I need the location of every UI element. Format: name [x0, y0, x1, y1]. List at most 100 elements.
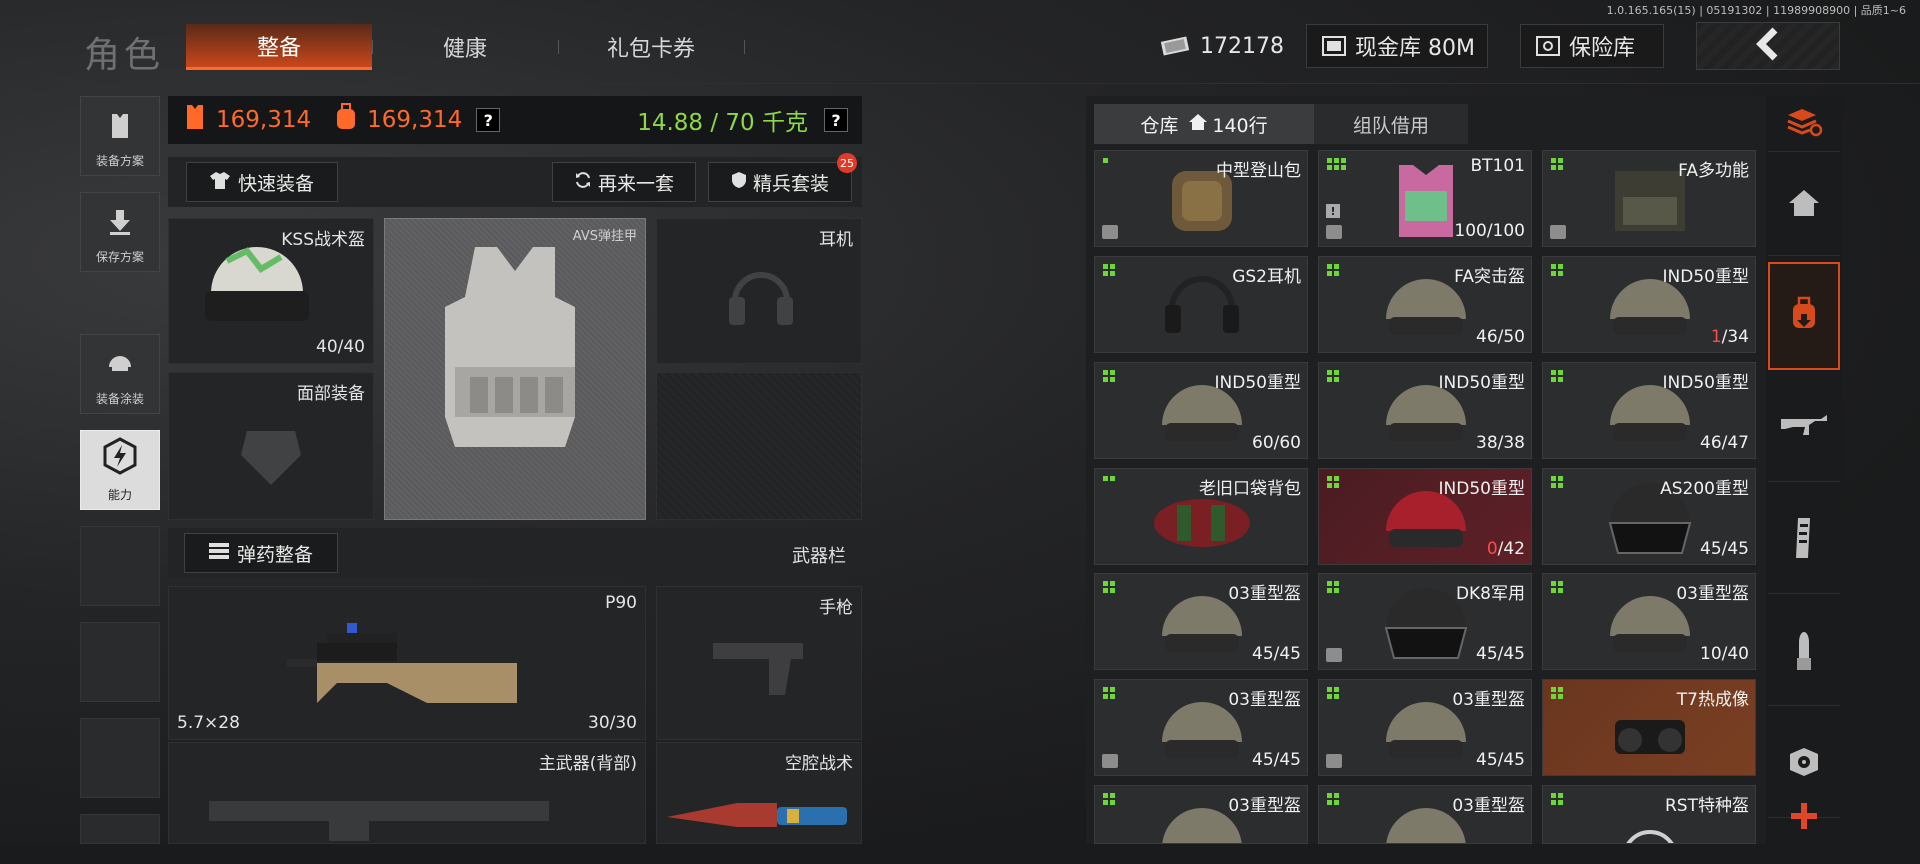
inventory-item[interactable]: GS2耳机: [1094, 256, 1308, 353]
primary-weapon-label: P90: [605, 593, 637, 613]
inventory-item[interactable]: AS200重型 45/45: [1542, 468, 1756, 565]
vest-icon: [445, 247, 575, 447]
item-durability-value: 10/40: [1700, 644, 1749, 664]
item-size-indicator: [1327, 476, 1339, 488]
item-durability-value: 45/45: [1476, 644, 1525, 664]
item-durability-value: 45/45: [1252, 750, 1301, 770]
inventory-item[interactable]: FA多功能: [1542, 150, 1756, 247]
item-name: GS2耳机: [1232, 267, 1301, 287]
ammo-loadout-button[interactable]: 弹药整备: [184, 533, 338, 573]
face-gear-slot[interactable]: 面部装备: [168, 372, 374, 520]
item-durability-value: 46/47: [1700, 433, 1749, 453]
category-rifle[interactable]: [1768, 374, 1840, 482]
inventory-item[interactable]: IND50重型 60/60: [1094, 362, 1308, 459]
inventory-item[interactable]: IND50重型 0/42: [1318, 468, 1532, 565]
item-size-indicator: [1327, 793, 1339, 805]
item-durability: 38/38: [1476, 433, 1525, 453]
inventory-item[interactable]: IND50重型 1/34: [1542, 256, 1756, 353]
inventory-item[interactable]: 03重型盔 10/40: [1542, 573, 1756, 670]
rifle-icon: [209, 801, 549, 841]
size-dot: [1110, 588, 1115, 593]
quick-equip-button[interactable]: 快速装备: [186, 162, 338, 202]
inventory-item[interactable]: IND50重型 46/47: [1542, 362, 1756, 459]
headset-slot[interactable]: 耳机: [656, 218, 862, 364]
size-dot: [1327, 377, 1332, 382]
primary-weapon-caliber: 5.7×28: [177, 713, 240, 733]
primary-weapon-slot[interactable]: P90 5.7×28 30/30: [168, 586, 646, 740]
face-gear-label: 面部装备: [297, 384, 365, 404]
size-dot: [1327, 476, 1332, 481]
category-magazine[interactable]: [1768, 486, 1840, 594]
size-dot: [1558, 800, 1563, 805]
bag-value-icon: [333, 103, 359, 137]
tab-storage[interactable]: 仓库 140行: [1094, 104, 1314, 144]
home-icon: [1787, 188, 1821, 222]
item-name: BT101: [1470, 156, 1526, 176]
inventory-item[interactable]: ! BT101 100/100: [1318, 150, 1532, 247]
tab-gift-cards[interactable]: 礼包卡券: [558, 24, 744, 70]
weapon-bar-label: 武器栏: [792, 546, 846, 567]
inventory-item[interactable]: 03重型盔 45/45: [1094, 679, 1308, 776]
cash-display: 172178: [1148, 24, 1284, 68]
back-weapon-slot[interactable]: 主武器(背部): [168, 742, 646, 844]
again-button[interactable]: 再来一套: [552, 162, 696, 202]
inventory-item[interactable]: 03重型盔 45/45: [1094, 573, 1308, 670]
inventory-item[interactable]: IND50重型 38/38: [1318, 362, 1532, 459]
equipment-paint-button[interactable]: 装备涂装: [80, 334, 160, 414]
inventory-item[interactable]: T7热成像: [1542, 679, 1756, 776]
size-dot: [1103, 581, 1108, 586]
item-name: RST特种盔: [1665, 796, 1749, 816]
size-dot: [1551, 588, 1556, 593]
ammo-loadout-label: 弹药整备: [236, 543, 313, 566]
size-dot: [1103, 370, 1108, 375]
inventory-item[interactable]: 03重型盔: [1094, 785, 1308, 844]
item-durability-value: 45/45: [1700, 539, 1749, 559]
size-dot: [1327, 687, 1332, 692]
size-dot: [1327, 694, 1332, 699]
cash-vault-button[interactable]: 现金库 80M: [1306, 24, 1488, 68]
tab-equip[interactable]: 整备: [186, 24, 372, 70]
loadout-plan-button[interactable]: 装备方案: [80, 96, 160, 176]
inventory-item[interactable]: 03重型盔: [1318, 785, 1532, 844]
size-dot: [1551, 687, 1556, 692]
scope-icon: [1786, 744, 1822, 784]
inventory-item[interactable]: DK8军用 45/45: [1318, 573, 1532, 670]
elite-set-button[interactable]: 精兵套装 25: [708, 153, 857, 202]
category-ammo[interactable]: [1768, 598, 1840, 706]
ability-icon: [101, 437, 139, 486]
category-sort[interactable]: [1768, 96, 1840, 152]
shield-icon: [731, 171, 747, 194]
insured-box-icon: [1326, 754, 1342, 768]
inventory-item[interactable]: 中型登山包: [1094, 150, 1308, 247]
empty-gear-slot: [656, 372, 862, 520]
inventory-item[interactable]: FA突击盔 46/50: [1318, 256, 1532, 353]
tab-team-borrow[interactable]: 组队借用: [1314, 104, 1468, 144]
category-home[interactable]: [1768, 154, 1840, 256]
size-dot: [1551, 800, 1556, 805]
helmet-slot[interactable]: KSS战术盔 40/40: [168, 218, 374, 364]
category-add[interactable]: [1768, 792, 1840, 844]
save-plan-button[interactable]: 保存方案: [80, 192, 160, 272]
item-name: IND50重型: [1438, 479, 1525, 499]
size-dot: [1551, 476, 1556, 481]
item-name: 03重型盔: [1228, 690, 1301, 710]
item-size-indicator: [1551, 476, 1563, 488]
melee-slot[interactable]: 空腔战术: [656, 742, 862, 844]
weight-help-button[interactable]: ?: [824, 108, 848, 132]
item-size-indicator: [1551, 264, 1563, 276]
size-dot: [1558, 158, 1563, 163]
category-backpack[interactable]: [1768, 262, 1840, 370]
pistol-slot[interactable]: 手枪: [656, 586, 862, 740]
back-button[interactable]: [1696, 22, 1840, 70]
size-dot: [1110, 687, 1115, 692]
ability-button[interactable]: 能力: [80, 430, 160, 510]
inventory-item[interactable]: 老旧口袋背包: [1094, 468, 1308, 565]
item-durability: 45/45: [1252, 750, 1301, 770]
size-dot: [1334, 370, 1339, 375]
inventory-item[interactable]: 03重型盔 45/45: [1318, 679, 1532, 776]
safe-button[interactable]: 保险库: [1520, 24, 1664, 68]
tab-health[interactable]: 健康: [372, 24, 558, 70]
inventory-item[interactable]: RST特种盔: [1542, 785, 1756, 844]
value-help-button[interactable]: ?: [476, 108, 501, 132]
armor-slot[interactable]: AVS弹挂甲: [384, 218, 646, 520]
